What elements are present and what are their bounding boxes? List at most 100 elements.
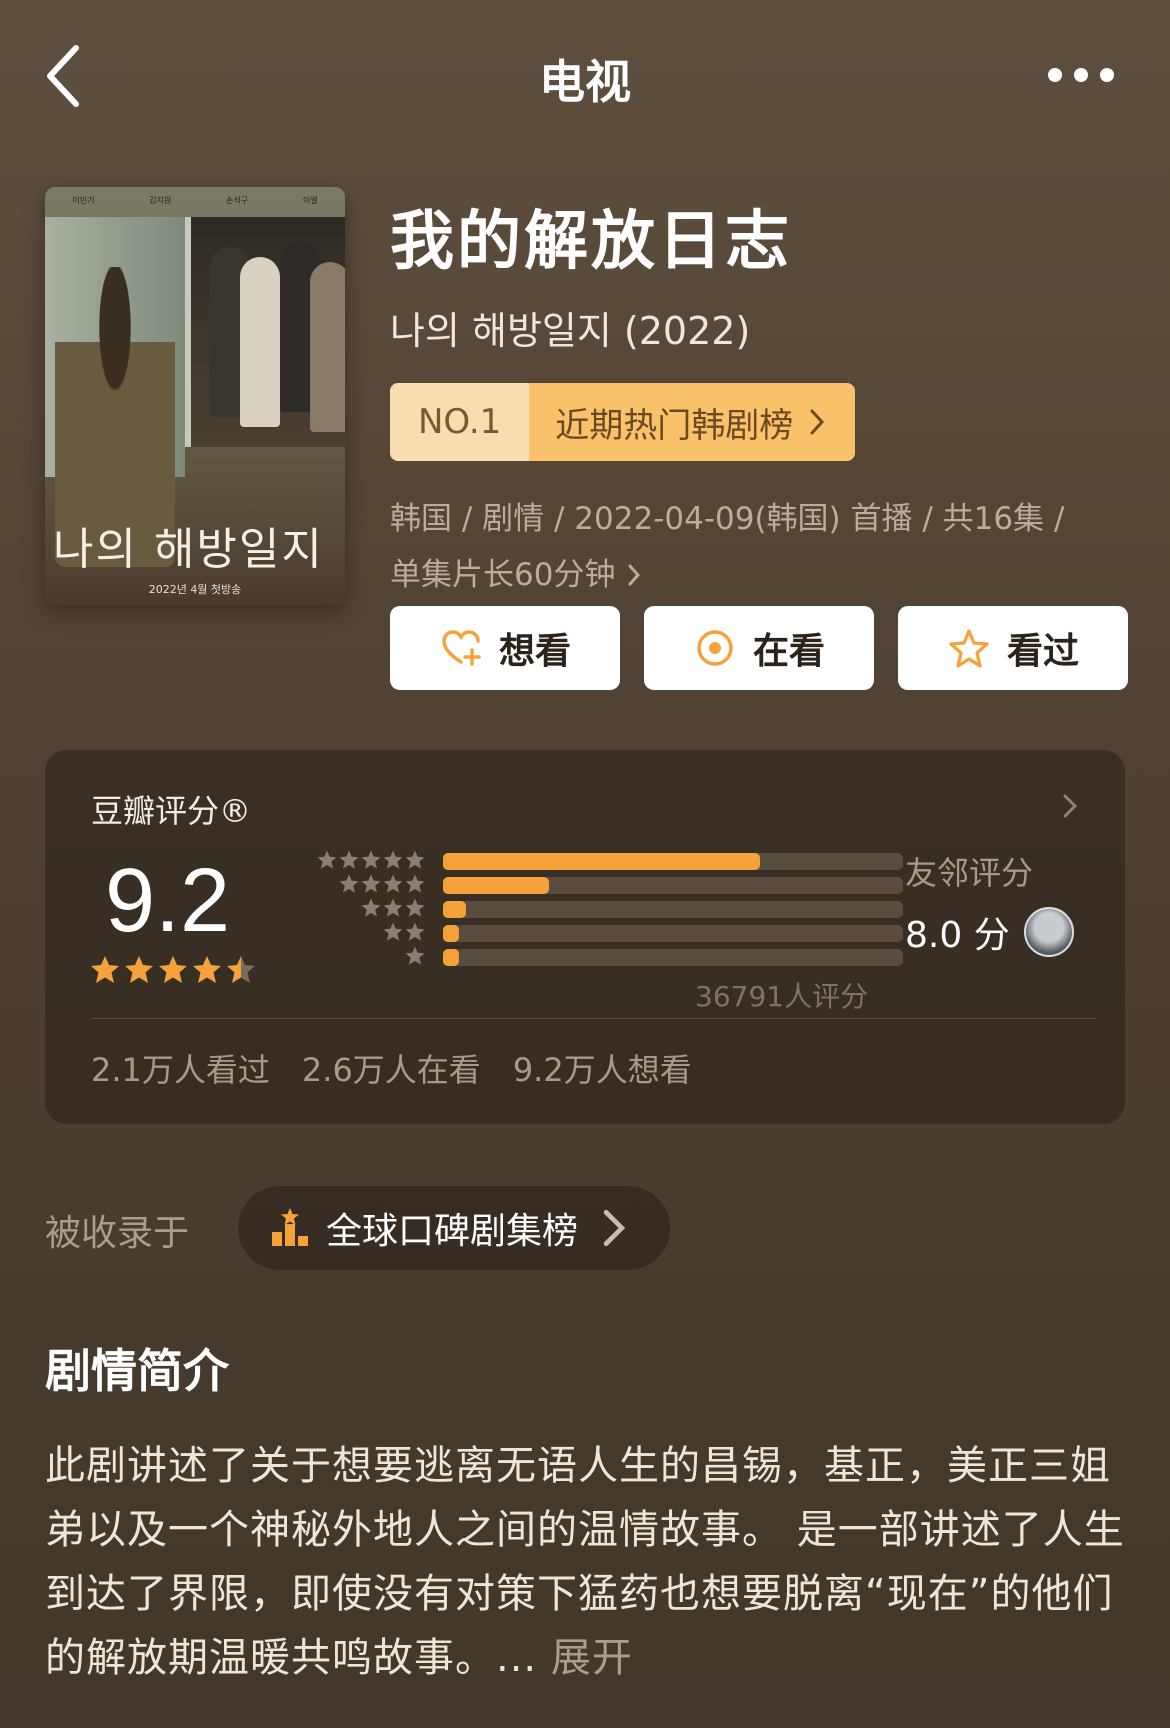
chevron-right-icon[interactable] bbox=[1055, 786, 1085, 826]
rating-label: 豆瓣评分® bbox=[91, 792, 252, 830]
poster-cast: 이민기 김지원 손석구 이엘 bbox=[45, 195, 345, 206]
distribution-row bbox=[275, 850, 915, 874]
rank-label: 近期热门韩剧榜 bbox=[555, 405, 794, 446]
rank-badge[interactable]: NO.1 近期热门韩剧榜 bbox=[390, 383, 856, 461]
row-stars bbox=[317, 850, 425, 870]
star-icon bbox=[405, 922, 425, 941]
target-icon bbox=[697, 630, 733, 666]
avatar bbox=[1023, 907, 1074, 957]
star-icon bbox=[361, 850, 381, 869]
star-icon bbox=[405, 898, 425, 917]
action-buttons: 想看 在看 看过 bbox=[390, 606, 1128, 690]
rating-score: 9.2 bbox=[105, 851, 231, 951]
friend-rating[interactable]: 友邻评分 8.0 分 bbox=[905, 848, 1074, 958]
watched-label: 看过 bbox=[1006, 631, 1079, 672]
star-icon bbox=[91, 956, 119, 983]
poster-title: 나의 해방일지 bbox=[53, 524, 324, 575]
nav-bar: 电视 bbox=[0, 0, 1170, 150]
stat-want: 9.2万人想看 bbox=[512, 1051, 692, 1089]
star-icon bbox=[227, 956, 255, 983]
distribution-row bbox=[275, 898, 915, 922]
poster-cast-name: 이민기 bbox=[72, 196, 95, 205]
star-icon bbox=[125, 956, 153, 983]
distribution-bar bbox=[443, 925, 460, 942]
distribution-row bbox=[275, 874, 915, 898]
star-icon bbox=[339, 874, 359, 893]
chevron-right-icon bbox=[810, 409, 825, 435]
distribution-track bbox=[443, 925, 903, 942]
want-button[interactable]: 想看 bbox=[390, 606, 620, 690]
distribution-track bbox=[443, 853, 903, 870]
meta-line: 韩国 / 剧情 / 2022-04-09(韩国) 首播 / 共16集 / bbox=[390, 501, 1065, 537]
star-icon bbox=[361, 898, 381, 917]
chart-chip[interactable]: 全球口碑剧集榜 bbox=[238, 1186, 671, 1270]
star-icon bbox=[383, 850, 403, 869]
star-icon bbox=[193, 956, 221, 983]
distribution-track bbox=[443, 877, 903, 894]
rating-distribution: 36791人评分 bbox=[275, 850, 915, 1013]
star-icon bbox=[383, 874, 403, 893]
distribution-rows bbox=[275, 850, 915, 970]
distribution-bar bbox=[443, 853, 761, 870]
distribution-bar bbox=[443, 901, 466, 918]
rating-stars bbox=[90, 955, 256, 985]
star-outline-icon bbox=[949, 629, 989, 668]
poster-figure bbox=[240, 257, 280, 427]
rank-label-wrap: 近期热门韩剧榜 bbox=[529, 383, 856, 461]
row-stars bbox=[339, 874, 425, 894]
poster-date: 2022년 4월 첫방송 bbox=[148, 583, 242, 596]
stat-watched: 2.1万人看过 bbox=[91, 1051, 270, 1089]
collected-section: 被收录于 全球口碑剧集榜 bbox=[45, 1186, 745, 1270]
show-meta[interactable]: 韩国 / 剧情 / 2022-04-09(韩国) 首播 / 共16集 / 单集片… bbox=[390, 491, 1130, 603]
chevron-right-icon bbox=[628, 564, 641, 586]
poster-figure bbox=[310, 262, 345, 432]
distribution-row bbox=[275, 946, 915, 970]
collected-label: 被收录于 bbox=[45, 1213, 190, 1254]
star-icon bbox=[317, 850, 337, 869]
distribution-track bbox=[443, 949, 903, 966]
row-stars bbox=[405, 946, 425, 966]
divider bbox=[91, 1018, 1095, 1019]
watched-button[interactable]: 看过 bbox=[898, 606, 1128, 690]
watching-button[interactable]: 在看 bbox=[644, 606, 874, 690]
page-title: 电视 bbox=[539, 55, 631, 109]
row-stars bbox=[361, 898, 425, 918]
star-icon bbox=[405, 874, 425, 893]
star-icon bbox=[405, 946, 425, 965]
rating-card[interactable]: 豆瓣评分® 9.2 36791人评分 友邻评分 8.0 分 2.1万人看过 2.… bbox=[45, 750, 1125, 1124]
friend-score-row: 8.0 分 bbox=[905, 906, 1074, 958]
star-icon bbox=[405, 850, 425, 869]
star-icon bbox=[383, 922, 403, 941]
more-icon[interactable] bbox=[1048, 60, 1118, 90]
friend-score: 8.0 分 bbox=[905, 915, 1010, 956]
star-icon bbox=[159, 956, 187, 983]
poster-cast-name: 김지원 bbox=[149, 196, 172, 205]
row-stars bbox=[383, 922, 425, 942]
poster-image[interactable]: 이민기 김지원 손석구 이엘 나의 해방일지 2022년 4월 첫방송 bbox=[45, 187, 345, 605]
rank-number: NO.1 bbox=[390, 383, 530, 461]
meta-line: 单集片长60分钟 bbox=[390, 557, 616, 593]
rating-count: 36791人评分 bbox=[695, 980, 869, 1013]
show-info: 我的解放日志 나의 해방일지 (2022) NO.1 近期热门韩剧榜 韩国 / … bbox=[390, 190, 1130, 603]
watching-label: 在看 bbox=[752, 631, 825, 672]
distribution-bar bbox=[443, 877, 549, 894]
star-icon bbox=[361, 874, 381, 893]
star-icon bbox=[339, 850, 359, 869]
expand-button[interactable]: 展开 bbox=[551, 1635, 633, 1681]
poster-cast-name: 손석구 bbox=[226, 196, 249, 205]
show-title: 我的解放日志 bbox=[390, 205, 792, 279]
meta-line-2: 单集片长60分钟 bbox=[390, 547, 1130, 603]
distribution-bar bbox=[443, 949, 460, 966]
original-title: 나의 해방일지 (2022) bbox=[390, 309, 751, 353]
distribution-row bbox=[275, 922, 915, 946]
poster-cast-name: 이엘 bbox=[302, 196, 318, 205]
heart-plus-icon bbox=[442, 630, 481, 666]
chart-chip-label: 全球口碑剧集榜 bbox=[326, 1211, 579, 1252]
chevron-right-icon bbox=[603, 1209, 626, 1247]
trophy-podium-icon bbox=[272, 1208, 308, 1246]
stat-watching: 2.6万人在看 bbox=[301, 1051, 481, 1089]
distribution-track bbox=[443, 901, 903, 918]
watch-stats: 2.1万人看过 2.6万人在看 9.2万人想看 bbox=[91, 1045, 692, 1091]
star-icon bbox=[383, 898, 403, 917]
want-label: 想看 bbox=[498, 631, 571, 672]
